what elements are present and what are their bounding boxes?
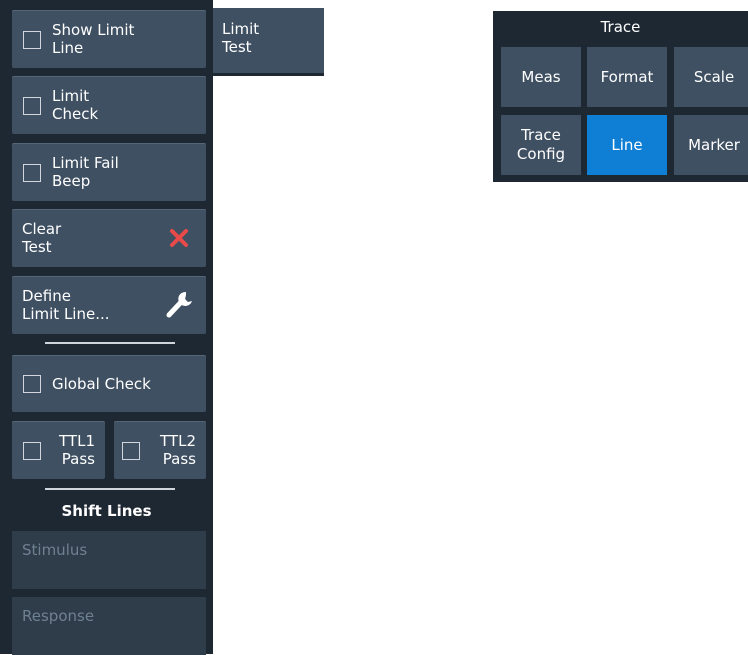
response-placeholder: Response [22,607,95,625]
ttl2-pass-label: TTL2 Pass [160,432,196,468]
limit-fail-beep-label: Limit Fail Beep [52,154,119,190]
limit-softkey-panel: Show Limit Line Limit Check Limit Fail B… [0,0,213,655]
ttl2-pass-button[interactable]: TTL2 Pass [114,421,206,479]
trace-marker-button[interactable]: Marker [674,115,748,175]
trace-menu-title: Trace [600,18,641,36]
trace-config-button[interactable]: Trace Config [501,115,581,175]
clear-test-label: Clear Test [22,220,62,256]
global-check-label: Global Check [52,375,151,393]
checkbox-icon[interactable] [122,442,140,460]
tab-limit-test-label: Limit Test [222,20,260,56]
stimulus-placeholder: Stimulus [22,541,88,559]
checkbox-icon[interactable] [23,375,41,393]
show-limit-line-button[interactable]: Show Limit Line [12,10,206,68]
response-field[interactable]: Response [12,597,206,655]
trace-scale-button[interactable]: Scale [674,47,748,107]
global-check-button[interactable]: Global Check [12,355,206,412]
checkbox-icon[interactable] [23,31,41,49]
checkbox-icon[interactable] [23,442,41,460]
close-icon [170,229,188,247]
limit-fail-beep-button[interactable]: Limit Fail Beep [12,143,206,201]
trace-menu: Trace Meas Format Scale Trace Config Lin… [493,11,748,182]
separator [45,342,175,344]
tab-limit-test[interactable]: Limit Test [213,8,324,76]
wrench-icon [166,291,192,318]
shift-lines-heading: Shift Lines [61,502,152,520]
checkbox-icon[interactable] [23,97,41,115]
limit-check-button[interactable]: Limit Check [12,76,206,134]
checkbox-icon[interactable] [23,164,41,182]
define-limit-line-label: Define Limit Line... [22,287,110,323]
trace-line-button[interactable]: Line [587,115,667,175]
trace-meas-button[interactable]: Meas [501,47,581,107]
show-limit-line-label: Show Limit Line [52,21,135,57]
ttl1-pass-button[interactable]: TTL1 Pass [12,421,105,479]
define-limit-line-button[interactable]: Define Limit Line... [12,276,206,334]
stimulus-field[interactable]: Stimulus [12,531,206,589]
ttl1-pass-label: TTL1 Pass [59,432,95,468]
trace-format-button[interactable]: Format [587,47,667,107]
clear-test-button[interactable]: Clear Test [12,209,206,267]
limit-check-label: Limit Check [52,87,99,123]
separator [45,488,175,490]
